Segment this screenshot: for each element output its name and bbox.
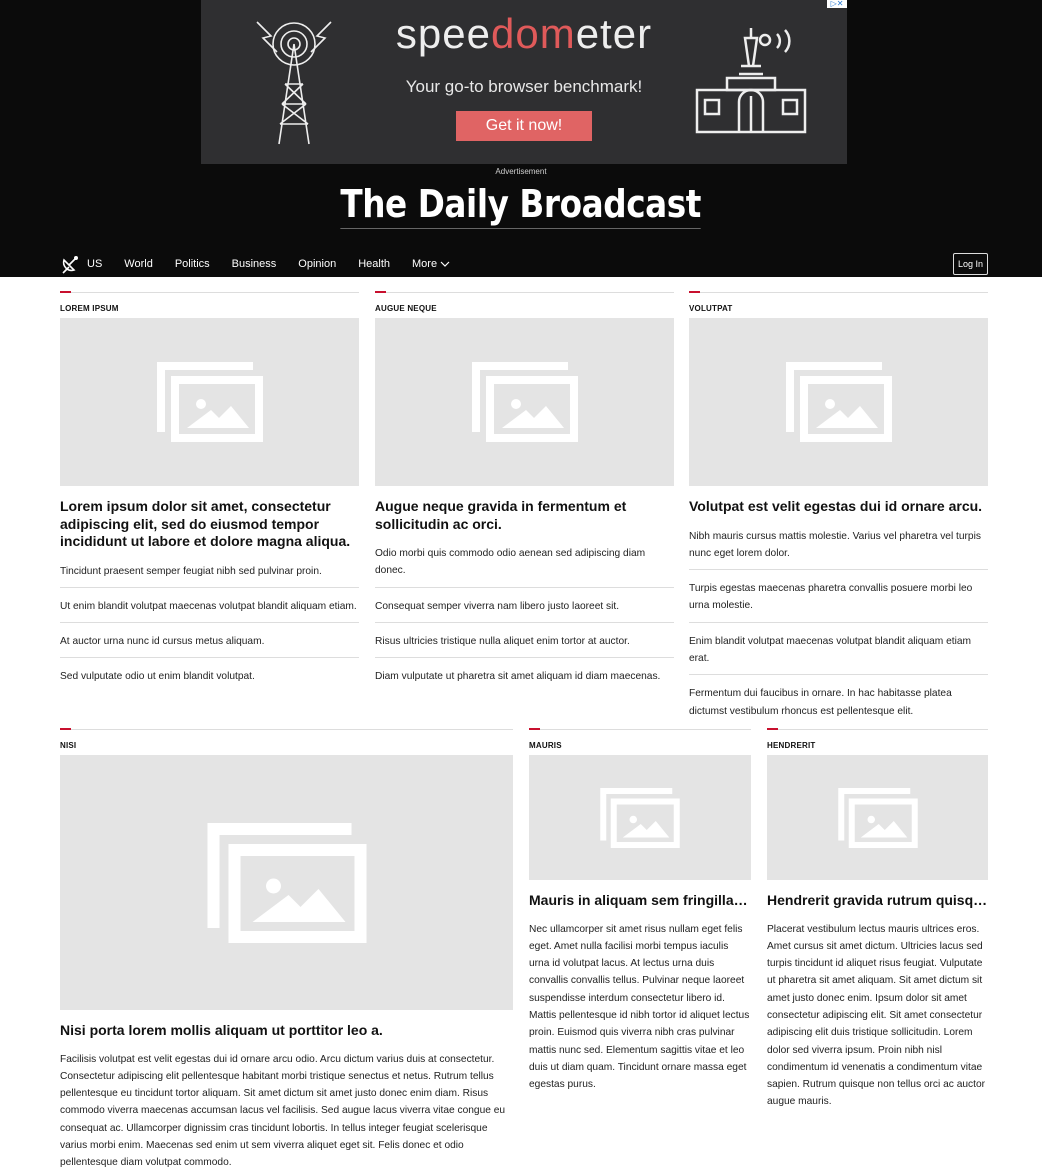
story-headline[interactable]: Mauris in aliquam sem fringilla ut morbi… xyxy=(529,892,751,910)
nav-item-business[interactable]: Business xyxy=(232,258,277,270)
section-kicker[interactable]: MAURIS xyxy=(529,728,751,755)
story-summary: Facilisis volutpat est velit egestas dui… xyxy=(60,1053,506,1169)
story-headline[interactable]: Volutpat est velit egestas dui id ornare… xyxy=(689,498,988,516)
story-card: AUGUE NEQUE Augue neque gravida in ferme… xyxy=(375,291,674,700)
satellite-dish-icon[interactable] xyxy=(60,254,80,274)
story-headline[interactable]: Nisi porta lorem mollis aliquam ut portt… xyxy=(60,1022,513,1040)
advertisement-label: Advertisement xyxy=(495,167,547,176)
main-nav: US World Politics Business Opinion Healt… xyxy=(60,252,472,276)
nav-item-opinion[interactable]: Opinion xyxy=(298,258,336,270)
advertisement-banner[interactable]: ▷✕ speedometer Your go-to browser benchm… xyxy=(201,0,847,164)
story-summary: Nec ullamcorper sit amet risus nullam eg… xyxy=(529,923,750,1091)
story-card: MAURIS Mauris in aliquam sem fringilla u… xyxy=(529,728,751,1093)
story-image[interactable] xyxy=(375,318,674,486)
related-link[interactable]: Odio morbi quis commodo odio aenean sed … xyxy=(375,543,674,588)
broadcast-building-icon xyxy=(695,28,807,134)
related-link[interactable]: Turpis egestas maecenas pharetra convall… xyxy=(689,578,988,623)
site-header: ▷✕ speedometer Your go-to browser benchm… xyxy=(0,0,1042,277)
image-placeholder-icon xyxy=(471,362,578,442)
story-image[interactable] xyxy=(529,755,751,880)
story-summary: Placerat vestibulum lectus mauris ultric… xyxy=(767,923,986,1108)
section-kicker[interactable]: VOLUTPAT xyxy=(689,291,988,318)
image-placeholder-icon xyxy=(837,787,918,848)
nav-item-world[interactable]: World xyxy=(124,258,153,270)
section-kicker[interactable]: NISI xyxy=(60,728,513,755)
nav-item-us[interactable]: US xyxy=(87,258,102,270)
related-link[interactable]: Fermentum dui faucibus in ornare. In hac… xyxy=(689,683,988,727)
image-placeholder-icon xyxy=(785,362,892,442)
story-card: HENDRERIT Hendrerit gravida rutrum quisq… xyxy=(767,728,988,1111)
related-links: Tincidunt praesent semper feugiat nibh s… xyxy=(60,561,359,693)
image-placeholder-icon xyxy=(600,787,680,848)
masthead[interactable]: The Daily Broadcast xyxy=(0,182,1042,229)
related-link[interactable]: Enim blandit volutpat maecenas volutpat … xyxy=(689,631,988,676)
story-card: VOLUTPAT Volutpat est velit egestas dui … xyxy=(689,291,988,735)
related-link[interactable]: Nibh mauris cursus mattis molestie. Vari… xyxy=(689,526,988,571)
story-image[interactable] xyxy=(767,755,988,880)
related-link[interactable]: Ut enim blandit volutpat maecenas volutp… xyxy=(60,596,359,624)
related-links: Nibh mauris cursus mattis molestie. Vari… xyxy=(689,526,988,727)
related-link[interactable]: At auctor urna nunc id cursus metus aliq… xyxy=(60,631,359,659)
nav-more-label: More xyxy=(412,258,438,270)
related-link[interactable]: Consequat semper viverra nam libero just… xyxy=(375,596,674,623)
related-links: Odio morbi quis commodo odio aenean sed … xyxy=(375,543,674,692)
section-kicker[interactable]: AUGUE NEQUE xyxy=(375,291,674,318)
chevron-down-icon xyxy=(440,261,450,267)
section-kicker[interactable]: HENDRERIT xyxy=(767,728,988,755)
ad-cta-button[interactable]: Get it now! xyxy=(456,111,592,141)
related-link[interactable]: Diam vulputate ut pharetra sit amet aliq… xyxy=(375,666,674,692)
featured-story: NISI Nisi porta lorem mollis aliquam ut … xyxy=(60,728,513,1172)
ad-choices-icon[interactable]: ▷✕ xyxy=(827,0,847,8)
section-kicker[interactable]: LOREM IPSUM xyxy=(60,291,359,318)
story-headline[interactable]: Lorem ipsum dolor sit amet, consectetur … xyxy=(60,498,359,551)
related-link[interactable]: Sed vulputate odio ut enim blandit volut… xyxy=(60,666,359,692)
story-headline[interactable]: Hendrerit gravida rutrum quisque non tel… xyxy=(767,892,988,910)
login-button[interactable]: Log In xyxy=(953,253,988,275)
story-headline[interactable]: Augue neque gravida in fermentum et soll… xyxy=(375,498,674,533)
image-placeholder-icon xyxy=(156,362,263,442)
site-title[interactable]: The Daily Broadcast xyxy=(340,182,702,229)
image-placeholder-icon xyxy=(207,822,366,943)
related-link[interactable]: Tincidunt praesent semper feugiat nibh s… xyxy=(60,561,359,588)
nav-item-health[interactable]: Health xyxy=(358,258,390,270)
nav-more-menu[interactable]: More xyxy=(412,258,450,270)
nav-item-politics[interactable]: Politics xyxy=(175,258,210,270)
related-link[interactable]: Risus ultricies tristique nulla aliquet … xyxy=(375,631,674,659)
story-image[interactable] xyxy=(60,318,359,486)
story-image[interactable] xyxy=(60,755,513,1010)
story-image[interactable] xyxy=(689,318,988,486)
story-card: LOREM IPSUM Lorem ipsum dolor sit amet, … xyxy=(60,291,359,701)
